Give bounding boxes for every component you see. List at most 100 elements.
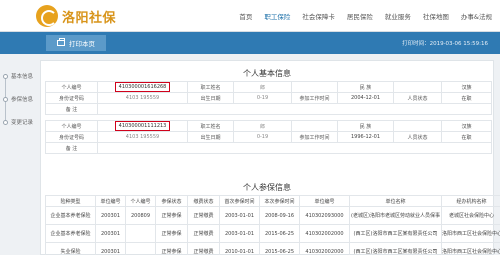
ethnicity-value: 汉族: [441, 81, 492, 93]
note-value: [97, 142, 492, 154]
table-cell: 正常参保: [155, 224, 188, 243]
table-cell: 老城区社会保险中心: [441, 206, 500, 225]
table-cell: (西工区)洛阳市西工区某有限责任公司: [349, 224, 442, 243]
nav-social-security-map[interactable]: 社保地图: [423, 11, 449, 21]
personal-id-value: 410300001111213: [114, 121, 171, 131]
sidebar-item-basic-info[interactable]: 基本信息: [3, 72, 33, 80]
ethnicity-value: 汉族: [441, 120, 492, 132]
empty-cell: [393, 81, 442, 93]
label-status: 人员状态: [393, 92, 442, 104]
main-content: 个人基本信息 个人编号 410300001616268 职工姓名 郎 民 族 汉…: [40, 60, 500, 255]
table-row: 个人编号 410300001111213 职工姓名 郎 民 族 汉族: [45, 120, 492, 132]
dot-icon: [3, 73, 8, 79]
sidebar-item-insurance-info[interactable]: 参保信息: [3, 95, 33, 103]
toolbar: 打印本页 打印时间：2019-03-06 15:59:16: [0, 32, 500, 54]
birth-date-value: 0-19: [233, 131, 292, 143]
birth-date-value: 0-19: [233, 92, 292, 104]
basic-info-table: 个人编号 410300001616268 职工姓名 郎 民 族 汉族 身份证号码…: [45, 81, 492, 154]
table-row: 企业基本养老保险 200301 200809 正常参保 正常缴费 2003-01…: [45, 206, 500, 225]
table-cell: 正常缴费: [187, 206, 220, 225]
column-header: 本次参保时间: [259, 195, 300, 207]
table-cell: 200301: [95, 242, 126, 255]
nav-employment-service[interactable]: 就业服务: [385, 11, 411, 21]
personal-id-cell: 410300001616268: [97, 81, 188, 93]
column-header: 参保状态: [155, 195, 188, 207]
column-header: 缴费状态: [187, 195, 220, 207]
label-ethnicity: 民 族: [337, 81, 394, 93]
id-card-value: 4103 195559: [97, 92, 188, 104]
table-cell: 410302002000: [299, 242, 350, 255]
column-header: 单位编号: [299, 195, 350, 207]
nav-services-regulations[interactable]: 办事&法规: [461, 11, 492, 21]
note-value: [97, 103, 492, 115]
name-value: 郎: [233, 81, 292, 93]
table-cell: 企业基本养老保险: [45, 206, 96, 225]
site-logo[interactable]: 洛阳社保: [36, 5, 116, 27]
personal-id-value: 410300001616268: [114, 82, 171, 92]
table-cell: 失业保险: [45, 242, 96, 255]
table-cell: 洛阳市西工区社会保险中心: [441, 224, 500, 243]
table-cell: 410302093000: [299, 206, 350, 225]
table-cell: 正常缴费: [187, 242, 220, 255]
nav-social-security-card[interactable]: 社会保障卡: [302, 11, 335, 21]
label-id-card: 身份证号码: [45, 131, 98, 143]
table-cell: 企业基本养老保险: [45, 224, 96, 243]
dot-icon: [3, 96, 8, 102]
print-time: 打印时间：2019-03-06 15:59:16: [402, 41, 488, 47]
status-value: 在职: [441, 131, 492, 143]
label-work-start: 参加工作时间: [291, 131, 338, 143]
table-cell: 正常缴费: [187, 224, 220, 243]
table-row: 身份证号码 4103 195559 出生日期 0-19 参加工作时间 2004-…: [45, 92, 492, 104]
nav-home[interactable]: 首页: [239, 11, 252, 21]
printer-icon: [57, 38, 65, 46]
column-header: 经办机构名称: [441, 195, 500, 207]
sidebar-item-change-records[interactable]: 变更记录: [3, 118, 33, 126]
top-header: 洛阳社保 首页 职工保险 社会保障卡 居民保险 就业服务 社保地图 办事&法规: [0, 0, 500, 32]
table-cell: 2010-01-01: [219, 242, 260, 255]
label-birth-date: 出生日期: [187, 92, 234, 104]
label-work-start: 参加工作时间: [291, 92, 338, 104]
table-row: 个人编号 410300001616268 职工姓名 郎 民 族 汉族: [45, 81, 492, 93]
column-header: 首次参保时间: [219, 195, 260, 207]
table-cell: 200301: [95, 206, 126, 225]
insurance-info-title: 个人参保信息: [243, 183, 291, 192]
label-id-card: 身份证号码: [45, 92, 98, 104]
column-header: 单位编号: [95, 195, 126, 207]
logo-text: 洛阳社保: [62, 10, 117, 26]
work-start-value: 2004-12-01: [337, 92, 394, 104]
label-birth-date: 出生日期: [187, 131, 234, 143]
table-cell: 200301: [95, 224, 126, 243]
table-cell: 2003-01-01: [219, 224, 260, 243]
table-row: 身份证号码 4103 195559 出生日期 0-19 参加工作时间 1996-…: [45, 131, 492, 143]
table-header-row: 险种类型 单位编号 个人编号 参保状态 缴费状态 首次参保时间 本次参保时间 单…: [45, 195, 500, 207]
dot-icon: [3, 119, 8, 125]
label-ethnicity: 民 族: [337, 120, 394, 132]
sidebar-item-label: 变更记录: [11, 120, 34, 126]
table-cell: [125, 242, 156, 255]
table-row: 企业基本养老保险 200301 正常参保 正常缴费 2003-01-01 201…: [45, 224, 500, 243]
table-cell: [125, 224, 156, 243]
nav-resident-insurance[interactable]: 居民保险: [347, 11, 373, 21]
personal-id-cell: 410300001111213: [97, 120, 188, 132]
column-header: 单位名称: [349, 195, 442, 207]
print-button[interactable]: 打印本页: [46, 35, 106, 51]
label-personal-id: 个人编号: [45, 120, 98, 132]
label-name: 职工姓名: [187, 120, 234, 132]
table-cell: 洛阳市西工区社会保险中心: [441, 242, 500, 255]
main-nav: 首页 职工保险 社会保障卡 居民保险 就业服务 社保地图 办事&法规: [227, 11, 492, 21]
label-status: 人员状态: [393, 131, 442, 143]
empty-cell: [291, 120, 338, 132]
table-cell: 2008-09-16: [259, 206, 300, 225]
nav-employee-insurance[interactable]: 职工保险: [264, 11, 290, 21]
table-row: 备 注: [45, 142, 492, 154]
print-label: 打印本页: [69, 40, 95, 48]
table-cell: 410302002000: [299, 224, 350, 243]
status-value: 在职: [441, 92, 492, 104]
label-note: 备 注: [45, 142, 98, 154]
logo-icon: [36, 5, 58, 27]
table-cell: 2015-06-25: [259, 224, 300, 243]
empty-cell: [291, 81, 338, 93]
insurance-info-table: 险种类型 单位编号 个人编号 参保状态 缴费状态 首次参保时间 本次参保时间 单…: [45, 195, 500, 255]
table-cell: 正常参保: [155, 242, 188, 255]
label-personal-id: 个人编号: [45, 81, 98, 93]
